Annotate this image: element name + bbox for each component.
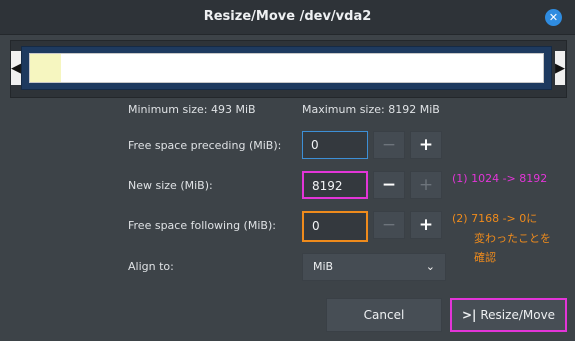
new-size-label: New size (MiB): (128, 179, 213, 192)
resize-move-icon: >| (461, 308, 477, 322)
annotation-free-space-following-line2: 変わったことを (474, 232, 551, 245)
new-size-increment-button[interactable]: + (410, 171, 442, 199)
resize-move-label: Resize/Move (480, 308, 556, 322)
free-space-preceding-input[interactable]: 0 (302, 131, 368, 159)
right-resize-handle-icon[interactable]: ▶ (555, 51, 565, 85)
align-to-label: Align to: (128, 260, 174, 273)
partition-bar[interactable] (21, 46, 552, 90)
cancel-button[interactable]: Cancel (326, 298, 442, 332)
free-space-preceding-increment-button[interactable]: + (410, 131, 442, 159)
window-title: Resize/Move /dev/vda2 (203, 9, 372, 24)
title-bar: Resize/Move /dev/vda2 ✕ (0, 0, 575, 35)
free-space-preceding-decrement-button[interactable]: − (373, 131, 405, 159)
align-to-select[interactable]: MiB ⌄ (302, 253, 446, 281)
annotation-new-size-change: (1) 1024 -> 8192 (452, 172, 548, 185)
align-to-value: MiB (313, 260, 334, 273)
resize-move-button[interactable]: >| Resize/Move (450, 298, 567, 332)
free-space-following-decrement-button[interactable]: − (373, 211, 405, 239)
free-space-following-input[interactable]: 0 (302, 211, 368, 242)
new-size-decrement-button[interactable]: − (373, 171, 405, 199)
free-space-following-label: Free space following (MiB): (128, 219, 276, 232)
new-size-input[interactable]: 8192 (302, 171, 368, 199)
partition-space (29, 53, 544, 83)
annotation-free-space-following-line3: 確認 (474, 251, 496, 264)
free-space-preceding-label: Free space preceding (MiB): (128, 139, 282, 152)
minimum-size-label: Minimum size: 493 MiB (128, 103, 256, 116)
free-space-following-increment-button[interactable]: + (410, 211, 442, 239)
chevron-down-icon: ⌄ (425, 260, 435, 273)
partition-graphic: ◀ ▶ (10, 40, 567, 98)
close-icon[interactable]: ✕ (545, 9, 562, 26)
maximum-size-label: Maximum size: 8192 MiB (302, 103, 440, 116)
partition-used-space (30, 54, 61, 82)
left-resize-handle-icon[interactable]: ◀ (11, 51, 21, 85)
annotation-free-space-following-line1: (2) 7168 -> 0に (452, 212, 538, 225)
